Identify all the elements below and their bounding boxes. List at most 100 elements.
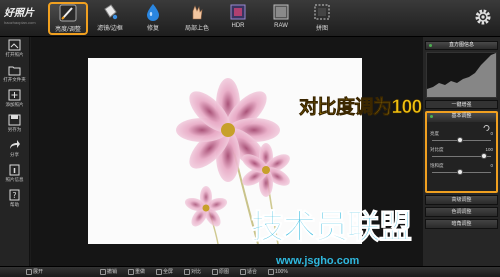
water-drop-icon (147, 4, 159, 21)
original-button[interactable]: 原图 (212, 268, 229, 277)
expand-label: 展开 (33, 269, 44, 275)
save-as-icon (8, 114, 21, 126)
slider-knob[interactable] (481, 153, 487, 159)
slider-knob[interactable] (456, 169, 463, 175)
reset-row (427, 122, 496, 131)
expand-icon (26, 268, 32, 275)
tool-hdr[interactable]: HDR (218, 2, 258, 35)
fit-icon (240, 268, 246, 275)
sidebar-item-label: 打开照片 (5, 52, 24, 57)
tool-remove[interactable]: 修复 (133, 2, 173, 35)
sidebar-item-label: 分享 (10, 152, 19, 157)
sidebar-item-open-photo[interactable]: 打开照片 (0, 37, 29, 62)
open-photo-icon (8, 39, 21, 51)
histogram-header[interactable]: 直方图信息 (425, 41, 498, 50)
sidebar-item-label: 另存为 (7, 127, 22, 132)
tool-raw-label: RAW (274, 23, 288, 29)
status-dot-icon (430, 115, 433, 118)
tool-filter-label: 滤镜/边框 (97, 26, 123, 32)
slider-value: 0 (490, 131, 493, 136)
add-photo-icon (8, 89, 21, 101)
contrast-slider[interactable]: 对比度 100 (427, 146, 496, 162)
gear-icon[interactable] (474, 8, 492, 26)
slider-value: 100 (485, 147, 493, 152)
sidebar-item-save-as[interactable]: 另存为 (0, 112, 29, 137)
fullscreen-label: 全屏 (163, 269, 174, 275)
paint-bucket-icon (104, 4, 118, 20)
tool-raw[interactable]: RAW (261, 2, 301, 35)
top-toolbar: 好照片 haozhaopian.com 亮度/调整 滤镜/边框 修复 局部上色 (0, 0, 500, 37)
fit-label: 适合 (247, 269, 258, 275)
compare-icon (184, 268, 190, 275)
tool-crop[interactable]: 拼图 (302, 2, 342, 35)
tool-brightness-label: 亮度/调整 (55, 27, 81, 33)
compare-label: 对比 (191, 269, 202, 275)
pencil-brush-icon (59, 4, 77, 22)
left-sidebar: 打开照片 打开文件夹 添加照片 另存为 分享 照片信息 ? 帮助 (0, 37, 30, 266)
fit-button[interactable]: 适合 (240, 268, 257, 277)
actual-size-icon (268, 268, 274, 275)
saturation-slider[interactable]: 饱和度 0 (427, 162, 496, 178)
tool-brightness[interactable]: 亮度/调整 (48, 2, 88, 35)
vignette-adjust-button[interactable]: 暗角调整 (425, 219, 498, 229)
site-watermark-url: www.jsgho.com (276, 255, 360, 267)
sidebar-item-label: 照片信息 (5, 177, 24, 182)
brightness-slider[interactable]: 亮度 0 (427, 130, 496, 146)
tool-hdr-label: HDR (231, 23, 245, 29)
sidebar-item-add-photo[interactable]: 添加照片 (0, 87, 29, 112)
slider-label: 饱和度 (430, 163, 444, 168)
slider-label: 亮度 (430, 131, 439, 136)
fullscreen-button[interactable]: 全屏 (156, 268, 173, 277)
slider-knob[interactable] (456, 137, 463, 143)
tool-color[interactable]: 局部上色 (177, 2, 217, 35)
histogram-graph (427, 53, 496, 97)
original-label: 原图 (219, 269, 230, 275)
hdr-icon (230, 4, 246, 20)
bottom-bar: 展开 撤销 重做 全屏 对比 原图 适合 100% (0, 266, 500, 277)
sidebar-item-label: 帮助 (10, 202, 19, 207)
tool-color-label: 局部上色 (184, 26, 209, 32)
tool-crop-label: 拼图 (315, 26, 328, 32)
actual-size-label: 100% (275, 269, 288, 275)
sidebar-item-help[interactable]: ? 帮助 (0, 187, 29, 212)
info-icon (9, 164, 20, 176)
app-url: haozhaopian.com (4, 20, 36, 25)
compare-button[interactable]: 对比 (184, 268, 201, 277)
undo-icon (100, 268, 106, 275)
raw-icon (273, 4, 289, 20)
slider-value: 0 (490, 163, 493, 168)
app-name: 好照片 (4, 8, 34, 19)
app-logo: 好照片 haozhaopian.com (4, 4, 42, 25)
sidebar-item-info[interactable]: 照片信息 (0, 162, 29, 187)
redo-label: 重做 (135, 269, 146, 275)
quick-enhance-button[interactable]: 一键增强 (425, 100, 498, 109)
sidebar-item-label: 添加照片 (5, 102, 24, 107)
sidebar-item-open-folder[interactable]: 打开文件夹 (0, 62, 29, 87)
undo-button[interactable]: 撤销 (100, 268, 117, 277)
fullscreen-icon (156, 268, 162, 275)
actual-size-button[interactable]: 100% (268, 268, 288, 277)
svg-text:?: ? (12, 191, 16, 200)
basic-adjust-section: 基本调整 亮度 0 对比度 100 饱和度 0 (425, 111, 498, 193)
undo-label: 撤销 (107, 269, 118, 275)
open-folder-icon (8, 66, 21, 76)
basic-adjust-title: 基本调整 (451, 113, 472, 119)
tool-remove-label: 修复 (146, 26, 159, 32)
sidebar-item-label: 打开文件夹 (3, 77, 26, 82)
expand-button[interactable]: 展开 (26, 268, 43, 277)
hand-brush-icon (192, 5, 203, 20)
histogram-chart (426, 52, 497, 98)
sidebar-item-share[interactable]: 分享 (0, 137, 29, 162)
tool-filter[interactable]: 滤镜/边框 (90, 2, 130, 35)
histogram-title: 直方图信息 (448, 42, 474, 48)
status-dot-icon (429, 44, 432, 47)
slider-label: 对比度 (430, 147, 444, 152)
redo-button[interactable]: 重做 (128, 268, 145, 277)
tone-adjust-button[interactable]: 色调调整 (425, 207, 498, 217)
share-icon (10, 140, 20, 149)
contrast-callout-text: 对比度调为100 (299, 97, 423, 119)
advanced-adjust-button[interactable]: 高级调整 (425, 195, 498, 205)
right-panel: 直方图信息 一键增强 基本调整 亮度 0 对比度 100 饱和度 0 高级调整 … (423, 37, 500, 266)
crop-icon (314, 4, 330, 20)
basic-adjust-header[interactable]: 基本调整 (427, 113, 496, 122)
